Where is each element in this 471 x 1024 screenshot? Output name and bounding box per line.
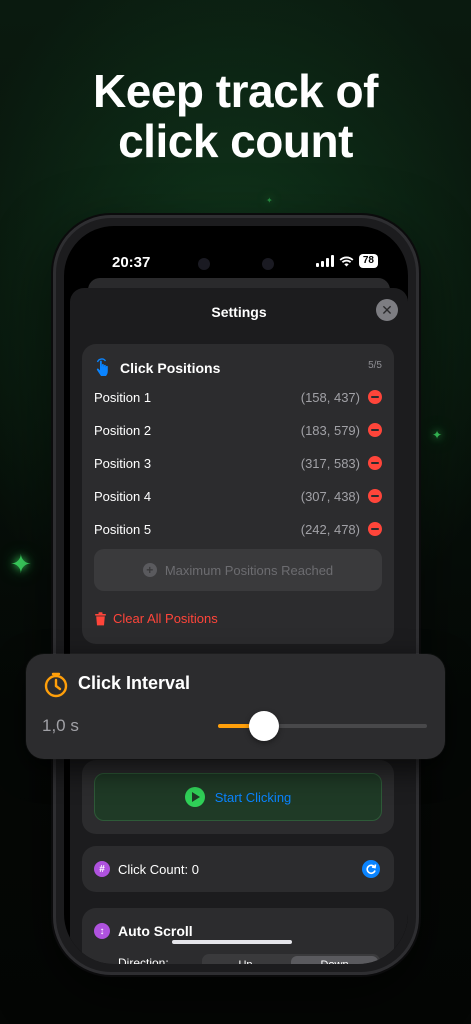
max-positions-label: Maximum Positions Reached [164,562,334,578]
home-indicator [172,940,292,944]
position-label: Position 1 [94,389,152,405]
start-clicking-button[interactable]: Start Clicking [94,773,382,821]
position-coords: (242, 478) [300,521,360,537]
direction-up-option[interactable]: Up [202,954,289,964]
headline: Keep track of click count [0,66,471,166]
position-label: Position 5 [94,521,152,537]
position-row: Position 2 (183, 579) [94,420,382,440]
click-positions-header: Click Positions [94,358,220,378]
position-label: Position 2 [94,422,152,438]
battery-indicator: 78 [358,254,378,268]
clear-all-button[interactable]: Clear All Positions [94,611,218,626]
clear-all-label: Clear All Positions [113,611,218,626]
timer-icon [44,672,68,698]
click-interval-title: Click Interval [78,673,191,693]
position-row: Position 3 (317, 583) [94,453,382,473]
tap-hand-icon [96,358,108,376]
position-label: Position 3 [94,455,152,471]
status-time: 20:37 [112,254,151,271]
auto-scroll-card: ↕ Auto Scroll Direction: Up Down [82,908,394,964]
click-count-header: # Click Count: 0 [94,861,199,877]
remove-position-button[interactable] [368,390,382,404]
click-positions-card: Click Positions 5/5 Position 1 (158, 437… [82,344,394,644]
reset-count-button[interactable] [362,860,380,878]
click-interval-value: 1,0 s [42,716,79,735]
phone-frame: 20:37 78 Settings ✕ Click Positions 5/5 … [53,215,419,975]
sheet-title: Settings [211,304,267,320]
sparkle-icon: ✦ [10,550,32,580]
click-count-card: # Click Count: 0 [82,846,394,892]
trash-icon [95,611,106,625]
direction-segmented-control: Up Down [202,954,380,964]
position-row: Position 1 (158, 437) [94,387,382,407]
headline-line-2: click count [118,115,353,167]
direction-label: Direction: [118,956,169,964]
signal-icon [315,255,334,267]
position-coords: (158, 437) [300,389,360,405]
wifi-icon [339,256,354,266]
click-positions-title: Click Positions [120,360,221,376]
headline-line-1: Keep track of [93,65,378,117]
sparkle-icon: ✦ [266,196,273,205]
interval-slider[interactable] [218,711,427,741]
position-row: Position 5 (242, 478) [94,519,382,539]
positions-count: 5/5 [368,360,382,371]
play-icon [184,787,205,807]
refresh-icon [366,864,377,875]
position-coords: (183, 579) [300,422,360,438]
position-coords: (317, 583) [300,455,360,471]
click-count-label: Click Count: 0 [118,861,199,877]
start-clicking-label: Start Clicking [214,789,292,805]
direction-down-option[interactable]: Down [291,956,378,964]
max-positions-button[interactable]: + Maximum Positions Reached [94,549,382,591]
plus-circle-icon: + [142,563,157,577]
hash-icon: # [94,861,110,877]
position-row: Position 4 (307, 438) [94,486,382,506]
dynamic-island [184,248,288,280]
start-card: Start Clicking [82,760,394,834]
sparkle-icon: ✦ [432,428,443,442]
click-interval-card: Click Interval 1,0 s [26,654,445,759]
settings-sheet: Settings ✕ Click Positions 5/5 Position … [70,288,408,964]
position-label: Position 4 [94,488,152,504]
phone-screen: 20:37 78 Settings ✕ Click Positions 5/5 … [64,226,408,964]
interval-slider-thumb[interactable] [249,711,279,741]
close-button[interactable]: ✕ [376,299,398,321]
remove-position-button[interactable] [368,522,382,536]
camera-dot [198,258,210,270]
remove-position-button[interactable] [368,489,382,503]
position-coords: (307, 438) [300,488,360,504]
remove-position-button[interactable] [368,423,382,437]
sensor-dot [262,258,274,270]
close-icon: ✕ [381,302,393,318]
scroll-arrows-icon: ↕ [94,923,110,939]
remove-position-button[interactable] [368,456,382,470]
status-icons: 78 [315,254,378,268]
auto-scroll-title: Auto Scroll [118,923,193,939]
auto-scroll-header: ↕ Auto Scroll [94,923,193,939]
